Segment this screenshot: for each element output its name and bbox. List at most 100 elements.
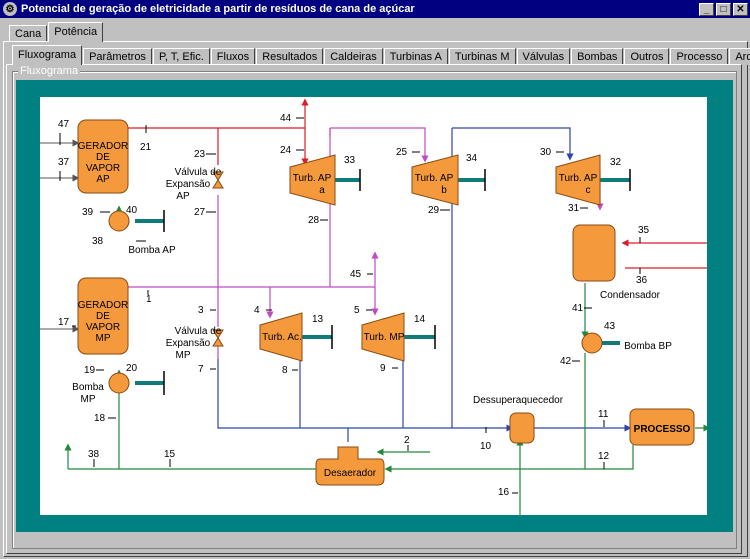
tab-fluxos[interactable]: Fluxos	[210, 48, 256, 65]
stream-14[interactable]: 14	[414, 314, 426, 325]
window-title: Potencial de geração de eletricidade a p…	[21, 3, 415, 15]
stream-25[interactable]: 25	[396, 147, 408, 158]
tab-bombas[interactable]: Bombas	[571, 48, 624, 65]
maximize-button[interactable]: □	[716, 2, 731, 16]
valve-ap-label-2: Expansão	[166, 179, 211, 190]
stream-17[interactable]: 17	[58, 317, 70, 328]
equipment	[77, 119, 695, 486]
dessuperaquecedor-label: Dessuperaquecedor	[473, 395, 564, 406]
gerador-mp-label-4: MP	[96, 333, 111, 344]
tab-parametros[interactable]: Parâmetros	[83, 48, 152, 65]
stream-15[interactable]: 15	[164, 449, 176, 460]
stream-45[interactable]: 45	[350, 269, 362, 280]
stream-34[interactable]: 34	[466, 153, 478, 164]
bomba-bp-label: Bomba BP	[624, 341, 672, 352]
stream-42[interactable]: 42	[560, 356, 572, 367]
turb-ap-a-sub: a	[319, 185, 325, 196]
stream-40[interactable]: 40	[126, 205, 138, 216]
tab-p-t-efic[interactable]: P, T, Efic.	[152, 48, 210, 65]
stream-19[interactable]: 19	[84, 365, 96, 376]
stream-31[interactable]: 31	[568, 203, 580, 214]
bomba-mp-label-2: MP	[81, 394, 96, 405]
gerador-ap-label-3: VAPOR	[86, 163, 120, 174]
stream-7[interactable]: 7	[198, 364, 204, 375]
stream-12[interactable]: 12	[598, 451, 610, 462]
stream-23[interactable]: 23	[194, 149, 206, 160]
flow-diagram-svg: GERADOR DE VAPOR AP GERADOR DE VAPOR MP …	[40, 98, 711, 517]
minimize-button[interactable]: _	[699, 2, 714, 16]
stream-11[interactable]: 11	[598, 409, 609, 420]
stream-44[interactable]: 44	[280, 113, 292, 124]
valve-mp-label-2: Expansão	[166, 338, 211, 349]
stream-21[interactable]: 21	[140, 142, 152, 153]
turb-ap-a-label: Turb. AP	[293, 173, 332, 184]
top-tab-row: Cana Potência	[9, 22, 104, 42]
flow-diagram: GERADOR DE VAPOR AP GERADOR DE VAPOR MP …	[40, 97, 711, 517]
stream-4[interactable]: 4	[254, 305, 260, 316]
stream-13[interactable]: 13	[312, 314, 324, 325]
valve-ap-label-1: Válvula de	[175, 167, 222, 178]
tab-caldeiras[interactable]: Caldeiras	[324, 48, 383, 65]
stream-5[interactable]: 5	[354, 305, 360, 316]
condensador[interactable]	[572, 224, 616, 282]
tab-turbinas-m[interactable]: Turbinas M	[448, 48, 516, 65]
stream-1[interactable]: 1	[146, 294, 152, 305]
stream-32[interactable]: 32	[610, 157, 622, 168]
bomba-mp[interactable]	[108, 372, 130, 394]
stream-38-bottom[interactable]: 38	[88, 449, 100, 460]
turb-ap-c-label: Turb. AP	[559, 173, 598, 184]
close-button[interactable]: ✕	[733, 2, 748, 16]
groupbox-label: Fluxograma	[18, 65, 81, 77]
tab-fluxograma[interactable]: Fluxograma	[12, 45, 83, 65]
stream-30[interactable]: 30	[540, 147, 552, 158]
bomba-bp[interactable]	[581, 332, 603, 354]
processo-label: PROCESSO	[634, 424, 691, 435]
stream-20[interactable]: 20	[126, 363, 138, 374]
dessuperaquecedor[interactable]	[509, 412, 535, 444]
input-streams	[40, 139, 80, 333]
stream-3[interactable]: 3	[198, 305, 204, 316]
gerador-mp-label-1: GERADOR	[78, 300, 129, 311]
stream-2[interactable]: 2	[404, 435, 410, 446]
desaerador-label: Desaerador	[324, 468, 377, 479]
tab-cana[interactable]: Cana	[9, 25, 48, 42]
tab-potencia[interactable]: Potência	[48, 22, 104, 42]
tab-processo[interactable]: Processo	[670, 48, 729, 65]
stream-24[interactable]: 24	[280, 145, 292, 156]
gerador-mp-label-2: DE	[96, 311, 110, 322]
tab-arquivos[interactable]: Arquivos	[729, 48, 750, 65]
tab-outros[interactable]: Outros	[624, 48, 670, 65]
stream-16[interactable]: 16	[498, 487, 510, 498]
desaerador[interactable]	[315, 446, 385, 486]
tab-valvulas[interactable]: Válvulas	[516, 48, 571, 65]
tab-resultados[interactable]: Resultados	[256, 48, 324, 65]
valve-ap-bottom[interactable]	[212, 179, 224, 189]
stream-36[interactable]: 36	[636, 275, 648, 286]
valve-ap-label-3: AP	[176, 191, 190, 202]
stream-18[interactable]: 18	[94, 413, 106, 424]
stream-28[interactable]: 28	[308, 215, 320, 226]
stream-38-top[interactable]: 38	[92, 236, 104, 247]
turb-ap-c-sub: c	[586, 185, 591, 196]
stream-27[interactable]: 27	[194, 207, 206, 218]
stream-29[interactable]: 29	[428, 205, 440, 216]
stream-35[interactable]: 35	[638, 225, 650, 236]
gerador-mp-label-3: VAPOR	[86, 322, 120, 333]
app-icon[interactable]: ⚙	[3, 2, 17, 16]
stream-43[interactable]: 43	[604, 321, 616, 332]
valve-mp-bottom[interactable]	[212, 337, 224, 347]
tab-turbinas-a[interactable]: Turbinas A	[383, 48, 448, 65]
stream-37[interactable]: 37	[58, 157, 70, 168]
stream-8[interactable]: 8	[282, 365, 288, 376]
bomba-ap-label: Bomba AP	[128, 245, 176, 256]
stream-39[interactable]: 39	[82, 207, 94, 218]
bomba-mp-label-1: Bomba	[72, 382, 104, 393]
condensador-label: Condensador	[600, 290, 661, 301]
stream-10[interactable]: 10	[480, 441, 492, 452]
gerador-ap-label-1: GERADOR	[78, 141, 129, 152]
stream-33[interactable]: 33	[344, 155, 356, 166]
stream-41[interactable]: 41	[572, 303, 584, 314]
stream-47[interactable]: 47	[58, 119, 70, 130]
stream-9[interactable]: 9	[380, 363, 386, 374]
medium-pressure-lines	[114, 127, 604, 359]
